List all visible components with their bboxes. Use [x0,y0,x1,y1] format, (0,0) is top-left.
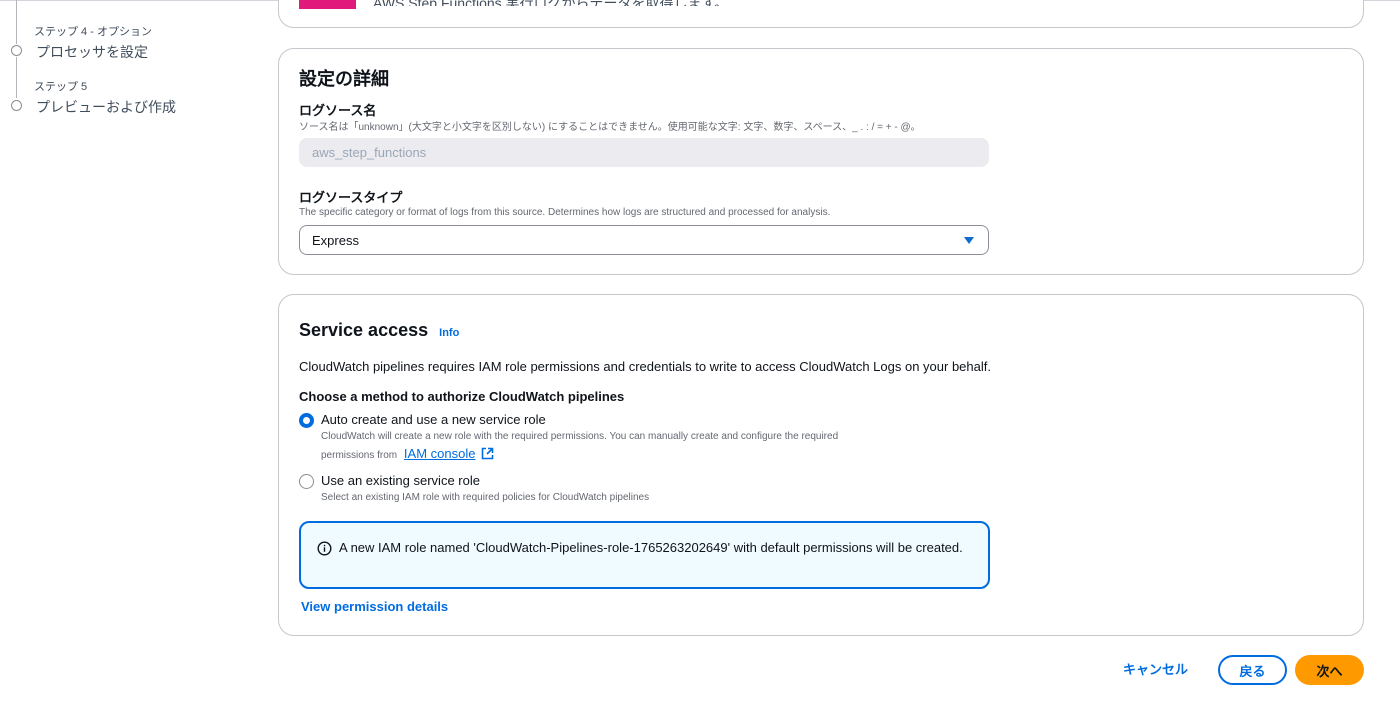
details-heading: 設定の詳細 [299,69,389,89]
step-5-title[interactable]: プレビューおよび作成 [36,97,176,117]
source-name-label: ログソース名 [299,103,377,118]
radio-desc-auto-create-line2: permissions from IAM console [321,446,494,464]
source-logo [299,0,356,9]
info-alert: A new IAM role named 'CloudWatch-Pipelin… [299,521,990,589]
wizard-steps: ステップ 4 - オプション プロセッサを設定 ステップ 5 プレビューおよび作… [0,0,260,130]
radio-checked-icon[interactable] [299,413,314,428]
source-name-input[interactable] [299,138,989,167]
info-link[interactable]: Info [439,327,459,339]
source-type-description: The specific category or format of logs … [299,207,831,218]
service-access-card: Service access Info CloudWatch pipelines… [278,294,1364,636]
external-link-icon[interactable] [481,447,494,460]
radio-desc-auto-create: CloudWatch will create a new role with t… [321,431,839,442]
page: ステップ 4 - オプション プロセッサを設定 ステップ 5 プレビューおよび作… [0,0,1400,709]
step-connector [16,57,17,98]
radio-option-existing-role[interactable]: Use an existing service role Select an e… [299,473,999,507]
service-access-title: Service access [299,320,429,340]
alert-message: A new IAM role named 'CloudWatch-Pipelin… [339,540,963,555]
next-button[interactable]: 次へ [1295,655,1364,685]
source-card: AWS Step Functions 実行ログからデータを取得します。 [278,0,1364,28]
radio-unchecked-icon[interactable] [299,474,314,489]
details-card: 設定の詳細 ログソース名 ソース名は「unknown」(大文字と小文字を区別しな… [278,48,1364,275]
step-connector [16,0,17,44]
service-access-heading: Service access Info [299,320,459,341]
source-type-select[interactable]: Express [299,225,989,255]
step-4-label: ステップ 4 - オプション [34,26,152,38]
view-permission-details-link[interactable]: View permission details [301,599,448,614]
cancel-button[interactable]: キャンセル [1113,657,1198,683]
radio-option-auto-create[interactable]: Auto create and use a new service role C… [299,412,999,462]
method-label: Choose a method to authorize CloudWatch … [299,389,625,404]
source-type-label: ログソースタイプ [299,190,403,205]
radio-label-auto-create[interactable]: Auto create and use a new service role [321,412,546,427]
caret-down-icon [964,237,974,244]
step-4-title[interactable]: プロセッサを設定 [36,42,148,62]
iam-console-link[interactable]: IAM console [404,446,476,461]
step-4-indicator [11,45,22,56]
back-button[interactable]: 戻る [1218,655,1287,685]
permissions-from-text: permissions from [321,450,398,461]
source-description: AWS Step Functions 実行ログからデータを取得します。 [373,0,729,11]
step-5-indicator [11,100,22,111]
source-type-value: Express [312,233,359,248]
info-icon [317,541,332,556]
radio-desc-existing-role: Select an existing IAM role with require… [321,492,650,503]
service-access-intro: CloudWatch pipelines requires IAM role p… [299,359,991,374]
radio-label-existing-role[interactable]: Use an existing service role [321,473,480,488]
source-name-description: ソース名は「unknown」(大文字と小文字を区別しない) にすることはできませ… [299,122,921,133]
step-5-label: ステップ 5 [34,81,88,93]
